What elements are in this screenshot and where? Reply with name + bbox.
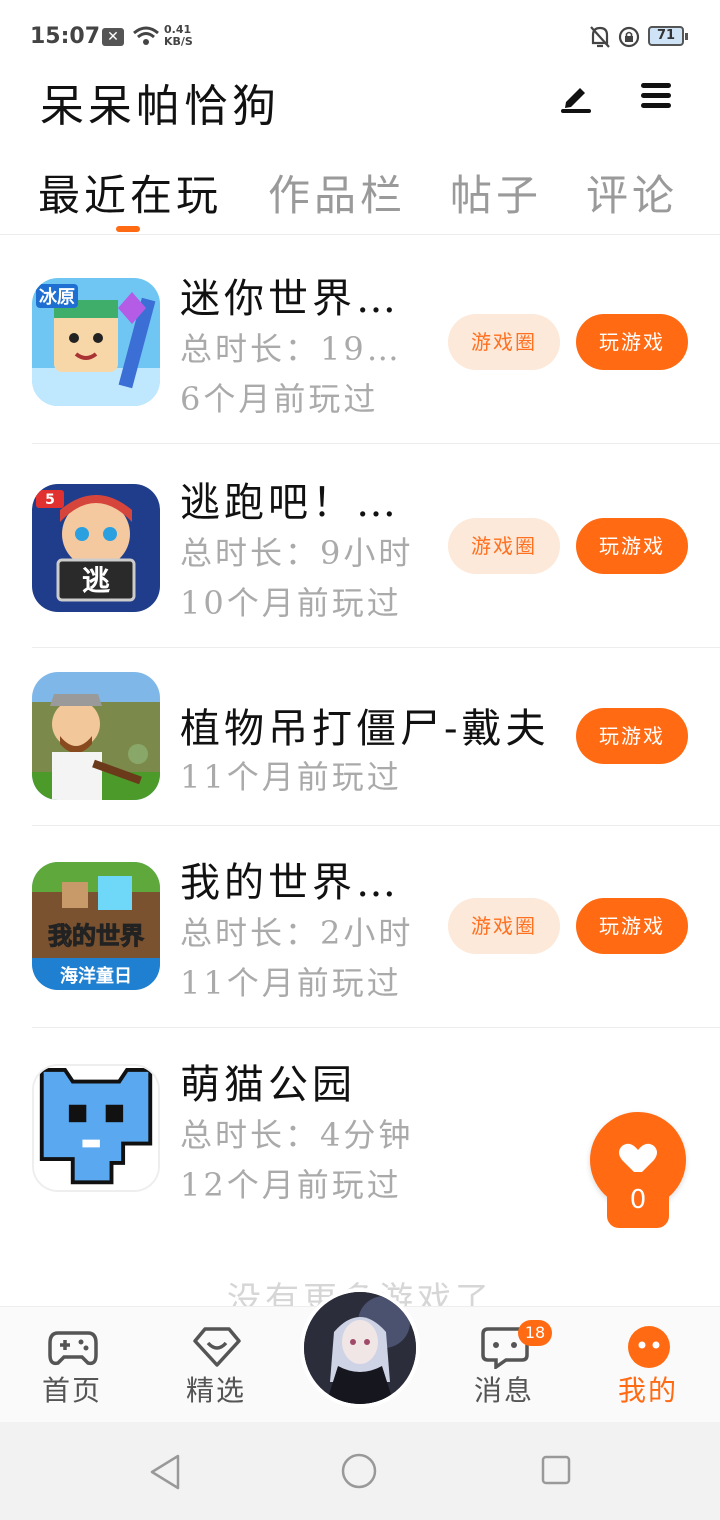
- game-name: 萌猫公园: [180, 1062, 356, 1108]
- nav-featured[interactable]: 精选: [156, 1307, 276, 1423]
- game-last-played: 6个月前玩过: [180, 380, 379, 418]
- plants-zombies-icon: [32, 672, 160, 800]
- game-circle-button[interactable]: 游戏圈: [448, 518, 560, 574]
- svg-text:5: 5: [45, 492, 55, 508]
- mini-world-badge: 冰原: [39, 286, 75, 308]
- game-name: 逃跑吧！…: [180, 480, 400, 526]
- nav-mine-label: 我的: [617, 1374, 678, 1407]
- game-duration: 总时长：2小时: [180, 914, 414, 952]
- battery-level: 71: [656, 28, 676, 43]
- tab-comments[interactable]: 评论: [586, 162, 678, 223]
- game-last-played: 12个月前玩过: [180, 1166, 402, 1204]
- game-name: 植物吊打僵尸-戴夫: [180, 706, 550, 752]
- status-bar: 15:07 ✕ 0.41 KB/S 71: [0, 0, 720, 72]
- play-game-button[interactable]: 玩游戏: [576, 708, 688, 764]
- cat-park-icon: [34, 1066, 158, 1190]
- game-last-played: 11个月前玩过: [180, 758, 402, 796]
- face-icon: [628, 1326, 670, 1368]
- minecraft-banner: 海洋童日: [60, 965, 132, 987]
- list-item[interactable]: 我的世界 海洋童日 我的世界… 总时长：2小时 11个月前玩过 游戏圈 玩游戏: [0, 826, 720, 1028]
- tab-bar: 最近在玩 作品栏 帖子 评论: [0, 150, 720, 235]
- game-last-played: 11个月前玩过: [180, 964, 402, 1002]
- system-nav-bar: [0, 1422, 720, 1520]
- play-game-button[interactable]: 玩游戏: [576, 314, 688, 370]
- list-item[interactable]: 植物吊打僵尸-戴夫 11个月前玩过 玩游戏: [0, 648, 720, 826]
- home-icon[interactable]: [340, 1452, 378, 1490]
- pen-icon[interactable]: [558, 78, 594, 114]
- network-speed-unit: KB/S: [164, 35, 193, 48]
- status-time: 15:07: [30, 24, 101, 49]
- recent-apps-icon[interactable]: [540, 1454, 572, 1486]
- nav-messages-label: 消息: [473, 1374, 534, 1407]
- back-icon[interactable]: [146, 1452, 182, 1492]
- list-item[interactable]: 逃 5 逃跑吧！… 总时长：9小时 10个月前玩过 游戏圈 玩游戏: [0, 444, 720, 648]
- page-title: 呆呆帕恰狗: [40, 81, 280, 132]
- tab-works[interactable]: 作品栏: [268, 162, 406, 223]
- play-game-button[interactable]: 玩游戏: [576, 518, 688, 574]
- game-circle-button[interactable]: 游戏圈: [448, 898, 560, 954]
- nav-home[interactable]: 首页: [12, 1307, 132, 1423]
- game-icon-mini-world[interactable]: 冰原: [32, 278, 160, 406]
- nav-mine[interactable]: 我的: [588, 1307, 708, 1423]
- minecraft-icon: 我的世界 海洋童日: [32, 862, 160, 990]
- x-notification-icon: ✕: [102, 28, 124, 46]
- game-circle-button[interactable]: 游戏圈: [448, 314, 560, 370]
- game-name: 我的世界…: [180, 860, 400, 906]
- minecraft-logo: 我的世界: [48, 922, 144, 950]
- game-icon-cat-park[interactable]: [32, 1064, 160, 1192]
- message-badge: 18: [518, 1320, 552, 1346]
- nav-featured-label: 精选: [185, 1374, 246, 1407]
- play-game-button[interactable]: 玩游戏: [576, 898, 688, 954]
- game-icon-minecraft[interactable]: 我的世界 海洋童日: [32, 862, 160, 990]
- game-duration: 总时长：4分钟: [180, 1116, 414, 1154]
- avatar-image: [304, 1292, 416, 1404]
- tab-posts[interactable]: 帖子: [450, 162, 542, 223]
- game-duration: 总时长：9小时: [180, 534, 414, 572]
- rotation-lock-icon: [618, 26, 640, 48]
- run-game-icon: 逃 5: [32, 484, 160, 612]
- wifi-icon: [133, 26, 159, 45]
- game-duration: 总时长：19…: [180, 330, 402, 368]
- bell-off-icon: [590, 26, 610, 48]
- heart-gem-icon: [193, 1327, 241, 1367]
- avatar[interactable]: [304, 1292, 416, 1404]
- game-icon-run[interactable]: 逃 5: [32, 484, 160, 612]
- battery-icon: 71: [648, 26, 688, 46]
- game-icon-pvz[interactable]: [32, 672, 160, 800]
- game-name: 迷你世界…: [180, 276, 400, 322]
- nav-home-label: 首页: [41, 1374, 102, 1407]
- gamepad-icon: [48, 1331, 98, 1366]
- run-game-badge: 逃: [82, 564, 110, 597]
- like-count: 0: [607, 1172, 669, 1228]
- list-item[interactable]: 冰原 迷你世界… 总时长：19… 6个月前玩过 游戏圈 玩游戏: [0, 236, 720, 444]
- mini-world-icon: 冰原: [32, 278, 160, 406]
- tab-indicator: [116, 226, 140, 232]
- menu-icon[interactable]: [638, 80, 674, 112]
- game-last-played: 10个月前玩过: [180, 584, 402, 622]
- tab-recently-played[interactable]: 最近在玩: [38, 162, 222, 223]
- network-speed: 0.41 KB/S: [164, 24, 193, 48]
